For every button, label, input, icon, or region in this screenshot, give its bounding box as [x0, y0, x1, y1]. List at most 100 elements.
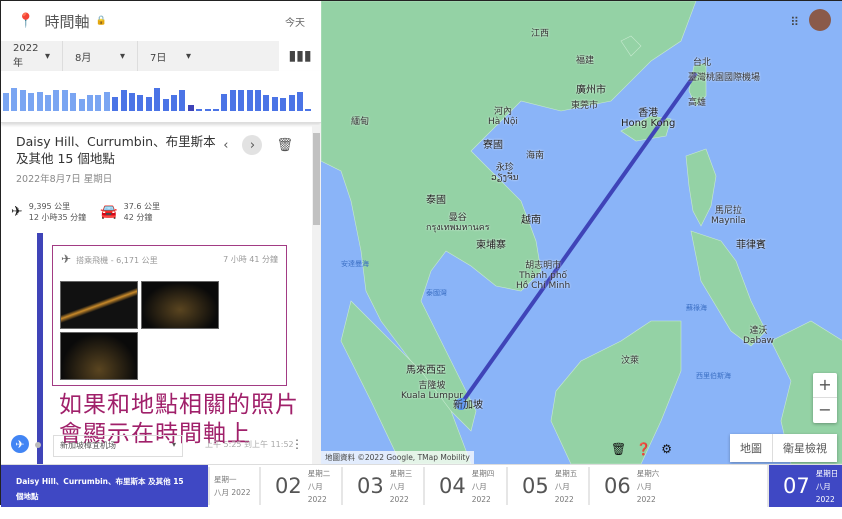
annotation-line: 如果和地點相關的照片 — [59, 392, 299, 418]
histogram-bar[interactable] — [87, 95, 93, 111]
day-tile[interactable]: 星期一 八月 2022 — [208, 467, 256, 505]
histogram-bar[interactable] — [196, 109, 203, 111]
flight-segment-card[interactable]: ✈ 搭乘飛機 - 6,171 公里 7 小時 41 分鐘 — [52, 245, 287, 386]
map-label: 菲律賓 — [736, 240, 766, 251]
histogram-bar[interactable] — [137, 95, 144, 111]
scrollbar[interactable] — [312, 125, 321, 464]
histogram-bar[interactable] — [213, 109, 219, 111]
month-select[interactable]: 8月 ▾ — [63, 41, 138, 71]
map[interactable]: 廣州市 東莞市 香港 Hong Kong 臺灣桃園國際機場 高雄 台北 河內 Hà Nội 寮… — [321, 1, 842, 464]
help-icon[interactable]: ❓ — [636, 442, 651, 456]
map-label: 胡志明市 Thành phố Hồ Chí Minh — [516, 261, 571, 291]
histogram-bar[interactable] — [255, 90, 261, 111]
histogram-bar[interactable] — [78, 99, 85, 111]
segment-duration: 7 小時 41 分鐘 — [223, 254, 278, 264]
day-tile[interactable]: 02 星期二 八月 2022 — [259, 467, 339, 505]
histogram-bar[interactable] — [120, 90, 127, 111]
flight-duration: 12 小時35 分鐘 — [28, 213, 87, 222]
map-land — [321, 1, 842, 464]
histogram-bar[interactable] — [28, 92, 35, 111]
weekday: 星期日 — [815, 468, 839, 478]
histogram-bar[interactable] — [11, 87, 18, 111]
day-tile[interactable]: 07 星期日 八月 2022 — [767, 465, 842, 507]
histogram-bar[interactable] — [263, 95, 270, 111]
histogram-bar[interactable] — [187, 104, 194, 111]
map-label: 東莞市 — [571, 101, 599, 111]
day-number: 03 — [357, 474, 384, 498]
trip-range[interactable]: Daisy Hill、Currumbin、布里斯本 及其他 15 個地點 2022… — [1, 465, 208, 516]
activity-histogram[interactable] — [1, 71, 321, 123]
histogram-bar[interactable] — [297, 91, 303, 111]
histogram-bar[interactable] — [305, 109, 312, 111]
histogram-bar[interactable] — [53, 90, 60, 111]
car-icon: 🚘 — [100, 204, 118, 220]
histogram-bar[interactable] — [3, 92, 9, 111]
zoom-in-button[interactable]: + — [813, 373, 837, 397]
histogram-bar[interactable] — [271, 96, 278, 111]
histogram-bar[interactable] — [145, 96, 152, 111]
histogram-bar[interactable] — [288, 95, 295, 111]
next-day-button[interactable]: › — [242, 135, 263, 155]
previous-day-button[interactable]: ‹ — [223, 138, 228, 153]
month-year: 八月 2022 — [471, 481, 491, 504]
histogram-bar[interactable] — [103, 91, 110, 111]
histogram-bar[interactable] — [70, 92, 77, 111]
map-label: 廣州市 — [576, 85, 606, 96]
map-label: 海南 — [526, 151, 545, 161]
weekday: 星期六 — [636, 468, 660, 478]
airplane-icon[interactable]: ✈ — [11, 435, 29, 453]
histogram-bar[interactable] — [45, 95, 51, 111]
zoom-out-button[interactable]: − — [813, 397, 837, 422]
histogram-bar[interactable] — [229, 90, 236, 111]
day-tile[interactable]: 04 星期四 八月 2022 — [423, 467, 503, 505]
day-tile[interactable]: 06 星期六 八月 2022 — [588, 467, 668, 505]
histogram-bar[interactable] — [179, 90, 186, 111]
map-label: 寮國 — [483, 140, 503, 151]
today-button[interactable]: 今天 — [285, 14, 305, 29]
day-select[interactable]: 7日 ▾ — [138, 41, 203, 71]
day-tile[interactable]: 05 星期五 八月 2022 — [506, 467, 586, 505]
histogram-bar[interactable] — [36, 91, 43, 111]
year-select[interactable]: 2022年 ▾ — [1, 41, 63, 71]
avatar[interactable] — [809, 9, 831, 31]
histogram-bar[interactable] — [112, 96, 119, 111]
map-label: 河內 Hà Nội — [488, 107, 518, 127]
map-view-button[interactable]: 地圖 — [730, 434, 772, 462]
photo-thumbnail[interactable] — [60, 332, 138, 380]
histogram-bar[interactable] — [19, 90, 26, 111]
histogram-bar[interactable] — [221, 94, 228, 111]
range-title: Daisy Hill、Currumbin、布里斯本 及其他 15 個地點 — [16, 477, 184, 501]
satellite-view-button[interactable]: 衛星檢視 — [772, 434, 837, 462]
day-tile[interactable]: 03 星期三 八月 2022 — [341, 467, 421, 505]
drive-distance: 37.6 公里 — [123, 202, 160, 211]
photo-thumbnail[interactable] — [60, 281, 138, 329]
trash-icon[interactable]: 🗑 — [611, 442, 626, 456]
airplane-icon: ✈ — [11, 204, 23, 220]
histogram-bar[interactable] — [204, 109, 211, 111]
histogram-bar[interactable] — [238, 90, 245, 111]
more-options-icon[interactable]: ⋮ — [291, 437, 303, 451]
bar-chart-icon[interactable]: ▮▮▮ — [279, 41, 321, 71]
day-number: 06 — [604, 474, 631, 498]
place-time: 上午 5:25 到上午 11:52 — [205, 440, 294, 449]
apps-grid-icon[interactable]: ⠿ — [790, 15, 799, 29]
histogram-bar[interactable] — [246, 90, 253, 111]
histogram-bar[interactable] — [171, 95, 177, 111]
histogram-bar[interactable] — [95, 95, 102, 111]
place-select[interactable]: 新加坡樟宜机场 ▾ — [53, 435, 183, 457]
lock-icon: 🔒 — [95, 16, 107, 26]
page-title: 時間軸 — [44, 12, 90, 31]
photo-thumbnail[interactable] — [141, 281, 219, 329]
histogram-bar[interactable] — [154, 87, 161, 111]
histogram-bar[interactable] — [129, 92, 135, 111]
gear-icon[interactable]: ⚙ — [661, 442, 672, 456]
delete-day-icon[interactable]: 🗑 — [276, 138, 293, 153]
map-type-toggle: 地圖 衛星檢視 — [730, 434, 837, 462]
histogram-bar[interactable] — [280, 98, 287, 111]
histogram-bar[interactable] — [162, 99, 169, 111]
range-dates: 2022年7月29日至8月7日 — [16, 507, 108, 516]
zoom-controls: + − — [813, 373, 837, 423]
month-year: 八月 2022 — [214, 488, 251, 497]
histogram-bar[interactable] — [61, 90, 68, 111]
map-label: 馬尼拉 Maynila — [711, 206, 746, 226]
